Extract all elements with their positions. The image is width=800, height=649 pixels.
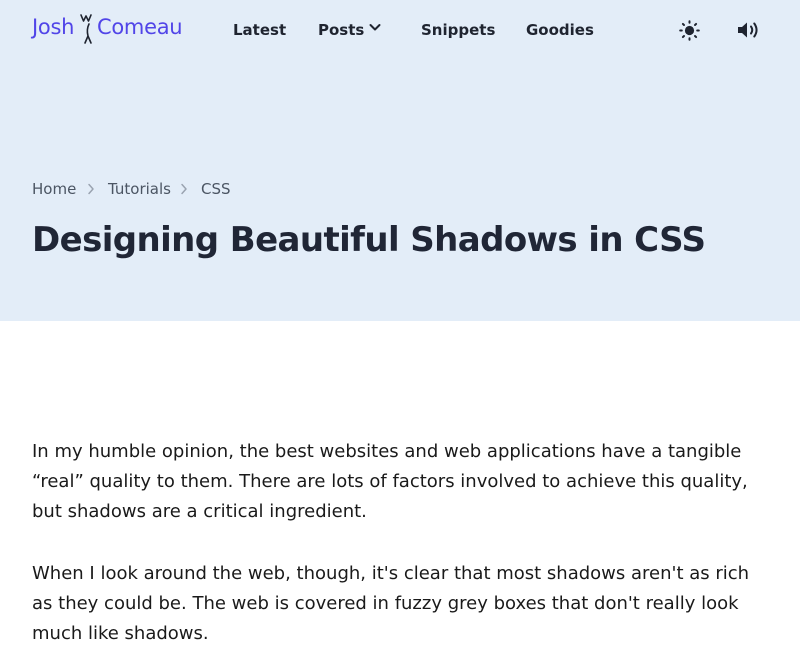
sun-icon[interactable] — [679, 20, 700, 41]
chevron-down-icon[interactable] — [369, 23, 381, 32]
breadcrumb-css[interactable]: CSS — [201, 178, 231, 200]
speaker-icon[interactable] — [736, 20, 760, 40]
page-header — [0, 0, 800, 321]
site-logo[interactable]: Josh Comeau — [32, 12, 184, 46]
logo-last-name: Comeau — [97, 15, 183, 39]
nav-posts[interactable]: Posts — [318, 19, 364, 41]
nav-snippets[interactable]: Snippets — [421, 19, 495, 41]
breadcrumb-home[interactable]: Home — [32, 178, 76, 200]
nav-latest[interactable]: Latest — [233, 19, 286, 41]
chevron-right-icon — [88, 183, 94, 195]
nav-goodies[interactable]: Goodies — [526, 19, 594, 41]
logo-figure-icon — [80, 14, 92, 44]
article-paragraph: When I look around the web, though, it's… — [32, 563, 750, 644]
breadcrumb-tutorials[interactable]: Tutorials — [108, 178, 171, 200]
logo-first-name: Josh — [32, 15, 75, 39]
page-title: Designing Beautiful Shadows in CSS — [32, 220, 706, 260]
chevron-right-icon — [181, 183, 187, 195]
article-paragraph: In my humble opinion, the best websites … — [32, 441, 748, 522]
